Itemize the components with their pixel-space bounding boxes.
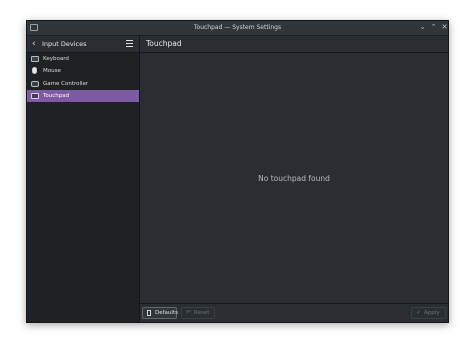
document-icon bbox=[147, 310, 151, 316]
sidebar-item-mouse[interactable]: Mouse bbox=[27, 65, 139, 77]
sidebar: ‹ Input Devices Keyboard Mouse Game Cont… bbox=[27, 36, 140, 322]
defaults-button[interactable]: Defaults bbox=[142, 307, 178, 319]
mouse-icon bbox=[32, 67, 37, 75]
apply-button[interactable]: ✓ Apply bbox=[411, 307, 446, 319]
settings-window: Touchpad — System Settings ⌄ ⌃ ✕ ‹ Input… bbox=[26, 20, 449, 323]
sidebar-item-label: Keyboard bbox=[43, 56, 69, 62]
sidebar-item-label: Touchpad bbox=[43, 93, 70, 100]
window-title: Touchpad — System Settings bbox=[193, 24, 282, 31]
maximize-button[interactable]: ⌃ bbox=[429, 23, 438, 32]
sidebar-title: Input Devices bbox=[42, 40, 87, 48]
sidebar-item-keyboard[interactable]: Keyboard bbox=[27, 53, 139, 65]
reset-button-label: Reset bbox=[194, 310, 210, 316]
sidebar-item-game-controller[interactable]: Game Controller bbox=[27, 78, 139, 90]
sidebar-item-touchpad[interactable]: Touchpad bbox=[27, 90, 139, 103]
minimize-button[interactable]: ⌄ bbox=[418, 23, 427, 32]
title-bar: Touchpad — System Settings ⌄ ⌃ ✕ bbox=[27, 21, 448, 36]
hamburger-menu-icon[interactable] bbox=[126, 40, 133, 47]
checkmark-icon: ✓ bbox=[416, 309, 422, 316]
main-content: No touchpad found bbox=[140, 53, 448, 304]
close-button[interactable]: ✕ bbox=[440, 23, 448, 32]
sidebar-item-label: Mouse bbox=[43, 68, 61, 75]
back-icon[interactable]: ‹ bbox=[32, 38, 40, 50]
touchpad-icon bbox=[31, 93, 39, 100]
empty-state-message: No touchpad found bbox=[258, 174, 330, 183]
sidebar-item-label: Game Controller bbox=[43, 80, 89, 87]
apply-button-label: Apply bbox=[424, 310, 440, 316]
defaults-button-label: Defaults bbox=[155, 310, 178, 316]
game-controller-icon bbox=[31, 80, 39, 87]
sidebar-header: ‹ Input Devices bbox=[27, 36, 139, 53]
page-title: Touchpad bbox=[146, 39, 182, 48]
nav-list: Keyboard Mouse Game Controller Touchpad bbox=[27, 53, 139, 103]
undo-icon: ↶ bbox=[186, 309, 192, 316]
keyboard-icon bbox=[31, 56, 39, 62]
footer-bar: Defaults ↶ Reset ✓ Apply bbox=[140, 303, 448, 322]
reset-button[interactable]: ↶ Reset bbox=[181, 307, 215, 319]
main-header: Touchpad bbox=[140, 36, 448, 53]
